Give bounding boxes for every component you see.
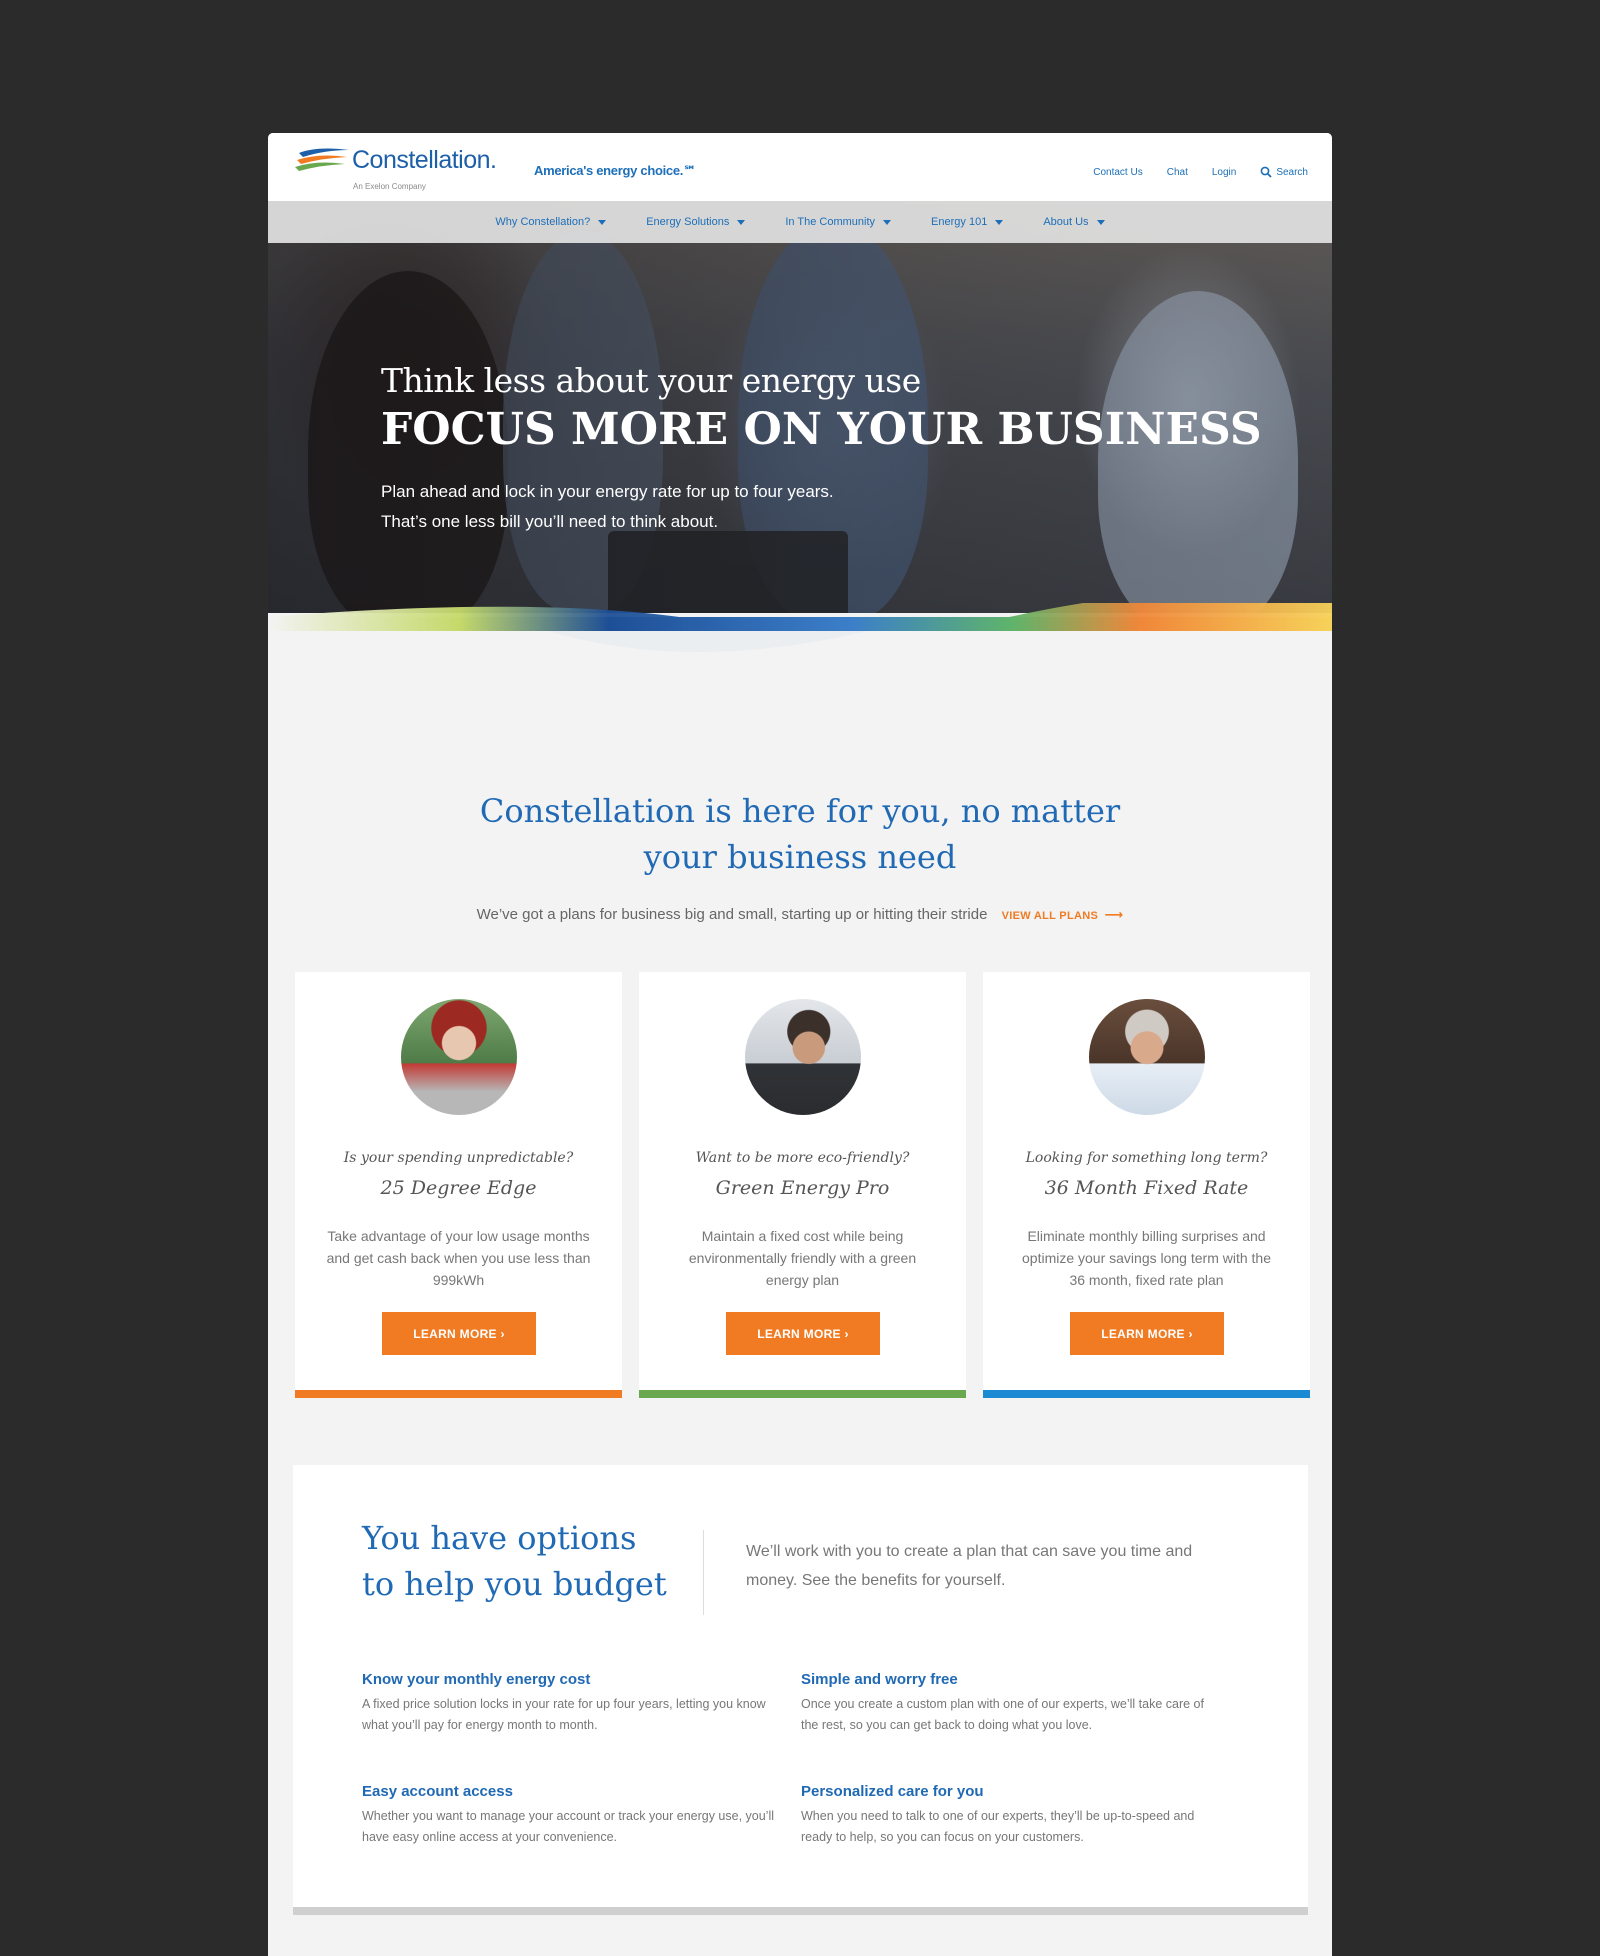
options-heading-line-2: to help you budget: [362, 1565, 667, 1603]
learn-more-button[interactable]: LEARN MORE ›: [382, 1312, 536, 1355]
card-title: 36 Month Fixed Rate: [1044, 1177, 1249, 1199]
feature-description: Whether you want to manage your account …: [362, 1809, 775, 1844]
card-accent-bar: [295, 1390, 622, 1398]
avatar: [745, 999, 861, 1115]
options-intro: We’ll work with you to create a plan tha…: [746, 1543, 1193, 1589]
feature-title: Easy account access: [362, 1783, 513, 1800]
brand-tagline: America's energy choice.℠: [534, 163, 697, 178]
plan-card-36-month-fixed-rate: Looking for something long term? 36 Mont…: [983, 972, 1310, 1398]
brand-logo[interactable]: Constellation. An Exelon Company: [295, 143, 535, 193]
feature-description: When you need to talk to one of our expe…: [801, 1809, 1195, 1844]
card-title: Green Energy Pro: [715, 1177, 890, 1199]
learn-more-button[interactable]: LEARN MORE ›: [726, 1312, 880, 1355]
search-icon: [1260, 166, 1272, 178]
nav-label: In The Community: [785, 216, 876, 228]
hero-banner: Think less about your energy use FOCUS M…: [268, 201, 1332, 613]
intro-subtext-text: We’ve got a plans for business big and s…: [476, 906, 988, 923]
card-accent-bar: [983, 1390, 1310, 1398]
plan-card-green-energy-pro: Want to be more eco-friendly? Green Ener…: [639, 972, 966, 1398]
button-label: LEARN MORE: [413, 1326, 497, 1341]
button-label: LEARN MORE: [1101, 1326, 1185, 1341]
plan-card-25-degree-edge: Is your spending unpredictable? 25 Degre…: [295, 972, 622, 1398]
feature-description: A fixed price solution locks in your rat…: [362, 1697, 766, 1732]
page: Constellation. An Exelon Company America…: [268, 133, 1332, 1956]
intro-subtext: We’ve got a plans for business big and s…: [268, 906, 1332, 923]
caret-down-icon: [1096, 219, 1105, 225]
utility-links: Contact Us Chat Login Search: [1069, 166, 1308, 178]
nav-energy-solutions[interactable]: Energy Solutions: [646, 216, 746, 228]
header: Constellation. An Exelon Company America…: [268, 133, 1332, 201]
main-nav: Why Constellation? Energy Solutions In T…: [268, 201, 1332, 243]
constellation-swoosh-logo-icon: [295, 148, 349, 171]
view-all-plans-link[interactable]: VIEW ALL PLANS ⟶: [1001, 907, 1124, 922]
avatar: [1089, 999, 1205, 1115]
intro-heading-line-2: your business need: [643, 838, 957, 876]
hero-text: Think less about your energy use FOCUS M…: [381, 361, 1262, 537]
hero-body-line-1: Plan ahead and lock in your energy rate …: [381, 482, 834, 501]
avatar: [401, 999, 517, 1115]
feature-know-cost: Know your monthly energy cost A fixed pr…: [362, 1671, 782, 1736]
card-question: Is your spending unpredictable?: [343, 1150, 574, 1166]
learn-more-button[interactable]: LEARN MORE ›: [1070, 1312, 1224, 1355]
nav-label: Energy 101: [931, 216, 988, 228]
chevron-right-icon: ›: [1188, 1326, 1193, 1341]
login-link[interactable]: Login: [1212, 167, 1236, 178]
button-label: LEARN MORE: [757, 1326, 841, 1341]
intro-heading-line-1: Constellation is here for you, no matter: [479, 792, 1121, 830]
divider: [703, 1530, 704, 1615]
card-question: Looking for something long term?: [1025, 1150, 1268, 1166]
hero-body-line-2: That’s one less bill you’ll need to thin…: [381, 512, 719, 531]
arrow-right-icon: ⟶: [1104, 907, 1124, 922]
hero-subheading: Think less about your energy use: [381, 361, 921, 400]
hero-body: Plan ahead and lock in your energy rate …: [381, 477, 1262, 537]
caret-down-icon: [737, 219, 746, 225]
feature-title: Know your monthly energy cost: [362, 1671, 591, 1688]
chevron-right-icon: ›: [500, 1326, 505, 1341]
feature-personalized-care: Personalized care for you When you need …: [801, 1783, 1221, 1848]
nav-label: Why Constellation?: [495, 216, 591, 228]
card-question: Want to be more eco-friendly?: [695, 1150, 910, 1166]
chevron-right-icon: ›: [844, 1326, 849, 1341]
brand-name: Constellation.: [352, 146, 497, 174]
nav-in-the-community[interactable]: In The Community: [785, 216, 892, 228]
search-label: Search: [1276, 166, 1308, 178]
contact-us-link[interactable]: Contact Us: [1093, 167, 1142, 178]
caret-down-icon: [883, 219, 892, 225]
nav-label: About Us: [1043, 216, 1089, 228]
chat-link[interactable]: Chat: [1167, 167, 1188, 178]
nav-energy-101[interactable]: Energy 101: [931, 216, 1004, 228]
card-description: Maintain a fixed cost while being enviro…: [688, 1228, 917, 1288]
feature-description: Once you create a custom plan with one o…: [801, 1697, 1204, 1732]
caret-down-icon: [995, 219, 1004, 225]
feature-title: Personalized care for you: [801, 1783, 984, 1800]
card-description: Take advantage of your low usage months …: [326, 1228, 591, 1288]
hero-color-wave: [268, 603, 1332, 683]
search-link[interactable]: Search: [1260, 166, 1308, 178]
card-title: 25 Degree Edge: [380, 1177, 537, 1199]
options-heading-line-1: You have options: [362, 1519, 637, 1557]
card-description: Eliminate monthly billing surprises and …: [1022, 1228, 1271, 1288]
feature-title: Simple and worry free: [801, 1671, 958, 1688]
feature-account-access: Easy account access Whether you want to …: [362, 1783, 782, 1848]
nav-why-constellation[interactable]: Why Constellation?: [495, 216, 607, 228]
options-bottom-bar: [293, 1907, 1308, 1915]
brand-sub: An Exelon Company: [353, 182, 426, 191]
caret-down-icon: [598, 219, 607, 225]
card-accent-bar: [639, 1390, 966, 1398]
options-section: You have options to help you budget We’l…: [293, 1465, 1308, 1915]
nav-label: Energy Solutions: [646, 216, 730, 228]
feature-simple: Simple and worry free Once you create a …: [801, 1671, 1221, 1736]
view-all-label: VIEW ALL PLANS: [1001, 910, 1099, 922]
intro-heading: Constellation is here for you, no matter…: [268, 788, 1332, 880]
options-heading: You have options to help you budget: [362, 1515, 667, 1607]
nav-about-us[interactable]: About Us: [1043, 216, 1105, 228]
hero-heading: FOCUS MORE ON YOUR BUSINESS: [381, 404, 1262, 455]
